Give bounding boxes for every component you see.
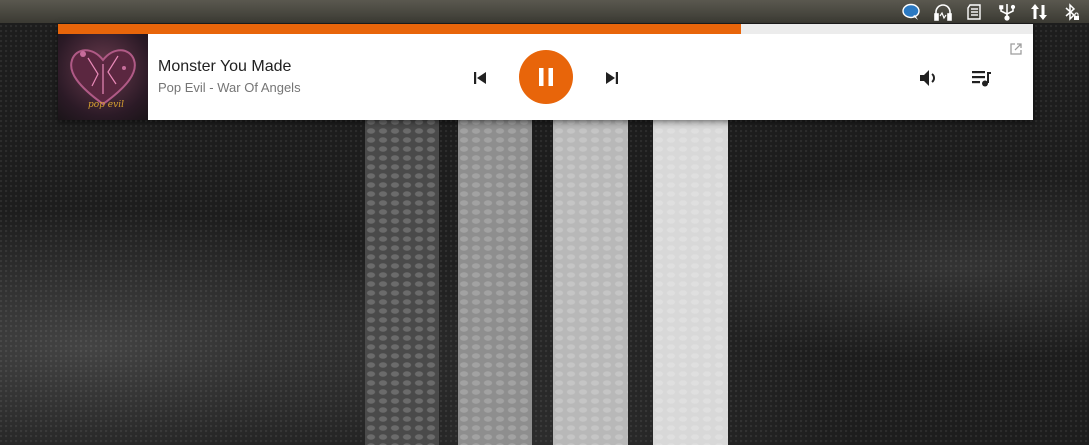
status-bar xyxy=(0,0,1089,23)
chat-bubble-icon[interactable] xyxy=(901,2,921,22)
album-art-logo: pop evil xyxy=(88,100,124,110)
open-external-icon xyxy=(1010,43,1022,55)
bluetooth-lock-icon[interactable] xyxy=(1061,2,1081,22)
volume-button[interactable] xyxy=(916,66,940,90)
sd-card-icon[interactable] xyxy=(965,2,985,22)
track-title: Monster You Made xyxy=(158,58,292,75)
track-artist-album: Pop Evil - War Of Angels xyxy=(158,80,301,95)
queue-music-icon xyxy=(972,71,991,87)
pause-icon xyxy=(539,68,553,86)
now-playing-card: pop evil Monster You Made Pop Evil - War… xyxy=(58,24,1033,120)
progress-fill xyxy=(58,24,741,34)
usb-icon[interactable] xyxy=(997,2,1017,22)
volume-icon xyxy=(920,70,935,86)
progress-bar[interactable] xyxy=(58,24,1033,34)
previous-button[interactable] xyxy=(468,66,492,90)
queue-button[interactable] xyxy=(969,66,993,90)
next-button[interactable] xyxy=(600,66,624,90)
open-in-window-button[interactable] xyxy=(1009,42,1023,56)
pause-button[interactable] xyxy=(519,50,573,104)
headphones-icon[interactable] xyxy=(933,2,953,22)
skip-next-icon xyxy=(606,72,618,84)
skip-previous-icon xyxy=(474,72,486,84)
data-transfer-icon[interactable] xyxy=(1029,2,1049,22)
album-art[interactable]: pop evil xyxy=(58,34,148,120)
